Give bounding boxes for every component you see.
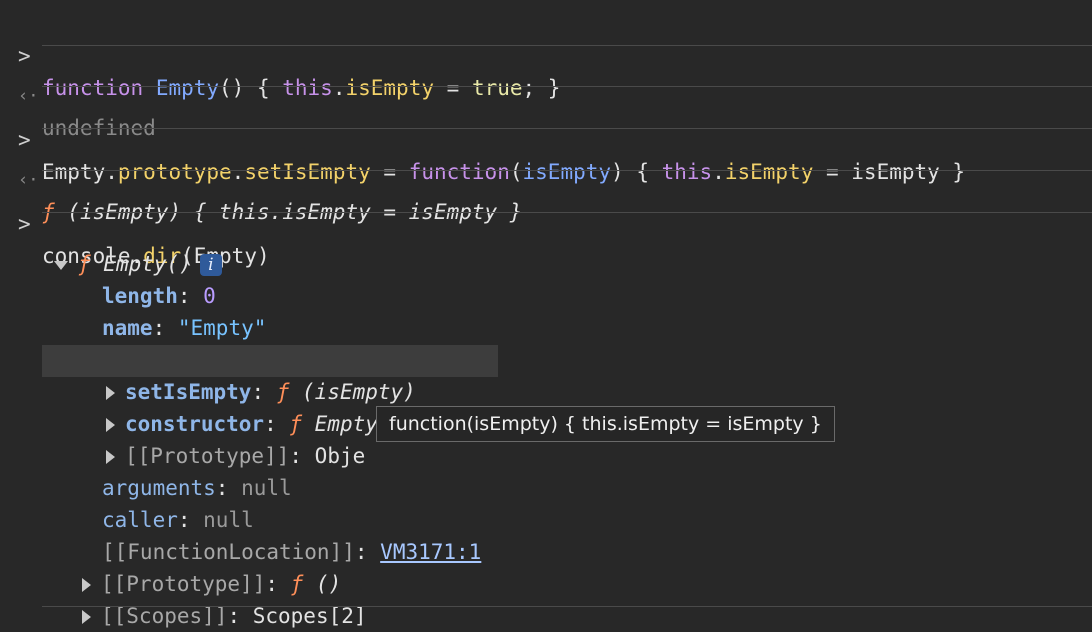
- console-output-line-1: ‹· undefined: [0, 48, 1092, 140]
- console-input-line-2[interactable]: > Empty.prototype.setIsEmpty = function(…: [0, 92, 1092, 184]
- console-input-line-3[interactable]: > console.dir(Empty): [0, 176, 1092, 268]
- tree-item-prototype[interactable]: prototype:: [0, 312, 1092, 372]
- function-tooltip: function(isEmpty) { this.isEmpty = isEmp…: [376, 406, 835, 442]
- tree-item-function-location: [[FunctionLocation]]: VM3171:1: [102, 540, 482, 564]
- separator: [42, 606, 1092, 607]
- console-output-line-2: ‹· ƒ (isEmpty) { this.isEmpty = isEmpty …: [0, 132, 1092, 224]
- tree-item-length: length: 0: [102, 284, 216, 308]
- tree-item-name: name: "Empty": [102, 316, 267, 340]
- tree-item-caller: caller: null: [102, 508, 254, 532]
- tree-item-constructor[interactable]: constructor: ƒ Empty(): [0, 376, 1092, 436]
- separator: [42, 212, 1092, 213]
- separator: [42, 170, 1092, 171]
- tree-item-prototype-root[interactable]: [[Prototype]]: ƒ (): [0, 536, 1092, 596]
- separator: [42, 45, 1092, 46]
- console-input-line-1[interactable]: > function Empty() { this.isEmpty = true…: [0, 8, 1092, 100]
- tree-item-scopes[interactable]: [[Scopes]]: Scopes[2]: [0, 568, 1092, 628]
- expand-triangle-icon[interactable]: [82, 610, 91, 624]
- tree-item-arguments: arguments: null: [102, 476, 292, 500]
- tree-root-empty[interactable]: ƒ Empty() i: [0, 216, 1092, 276]
- separator: [42, 86, 1092, 87]
- tree-item-setisempty[interactable]: setIsEmpty: ƒ (isEmpty): [0, 344, 1092, 404]
- separator: [42, 128, 1092, 129]
